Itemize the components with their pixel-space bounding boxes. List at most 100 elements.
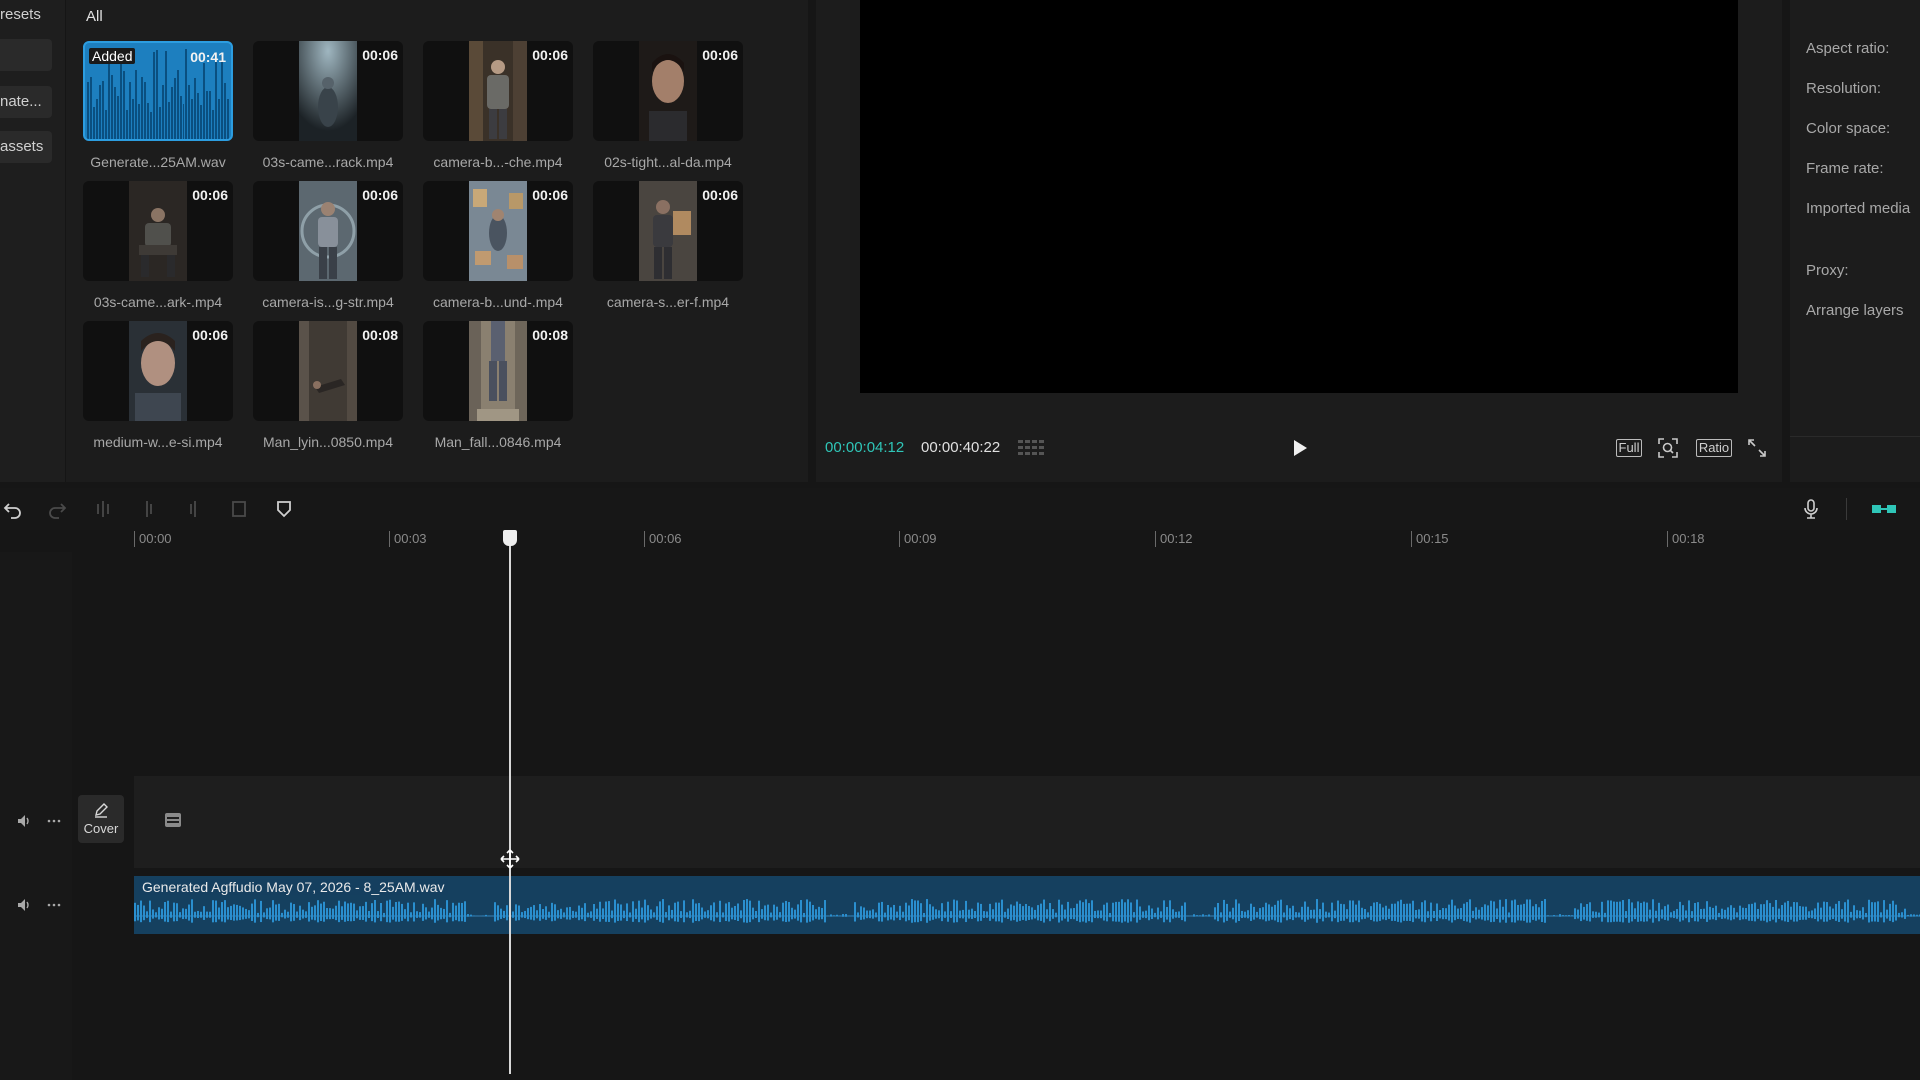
waveform-bar	[977, 902, 979, 922]
waveform-bar	[176, 69, 179, 139]
video-track-more-button[interactable]	[45, 812, 63, 830]
waveform-bar	[1463, 903, 1465, 921]
shield-icon	[277, 501, 291, 518]
waveform-bar	[347, 903, 349, 922]
waveform-bar	[623, 910, 625, 919]
audio-track-more-button[interactable]	[45, 896, 63, 914]
waveform-bar	[1694, 902, 1696, 922]
audio-track-mute-button[interactable]	[15, 896, 33, 914]
assets-item[interactable]: assets	[0, 131, 52, 163]
waveform-bar	[287, 911, 289, 918]
media-name: Generate...25AM.wav	[90, 154, 226, 170]
media-item[interactable]: 00:06 camera-is...g-str.mp4	[253, 181, 403, 317]
timeline-toolbar	[0, 488, 1920, 530]
media-item[interactable]: 00:06 camera-s...er-f.mp4	[593, 181, 743, 317]
media-item[interactable]: 00:08 Man_fall...0846.mp4	[423, 321, 573, 457]
waveform-bar	[785, 900, 787, 923]
fullscreen-button[interactable]	[1746, 437, 1768, 459]
presets-item[interactable]: resets	[0, 6, 41, 23]
media-item[interactable]: Added 00:41 Generate...25AM.wav	[83, 41, 233, 177]
undo-button[interactable]	[2, 498, 24, 520]
waveform-bar	[1844, 902, 1846, 922]
waveform-bar	[512, 911, 514, 918]
waveform-bar	[986, 911, 988, 918]
media-name: 03s-came...rack.mp4	[262, 154, 394, 170]
waveform-bar	[698, 903, 700, 922]
waveform-bar	[650, 909, 652, 919]
speaker-icon	[18, 899, 29, 911]
waveform-bar	[839, 915, 841, 917]
waveform-bar	[1346, 909, 1348, 919]
waveform-bar	[1760, 904, 1762, 921]
waveform-bar	[290, 902, 292, 922]
ruler-tick: 00:03	[389, 531, 427, 547]
media-item[interactable]: 00:06 camera-b...und-.mp4	[423, 181, 573, 317]
record-voice-button[interactable]	[1800, 498, 1822, 520]
waveform-bar	[1847, 899, 1849, 923]
ratio-button[interactable]: Ratio	[1694, 437, 1734, 459]
waveform-bar	[152, 909, 154, 919]
panel-block[interactable]	[0, 39, 52, 71]
playhead[interactable]	[509, 534, 511, 1074]
waveform-bar	[1016, 901, 1018, 922]
split-left-button[interactable]	[138, 498, 160, 520]
filter-all-tab[interactable]: All	[86, 8, 103, 25]
delete-button[interactable]	[228, 498, 250, 520]
waveform-bar	[1454, 905, 1456, 921]
zoom-fit-button[interactable]	[1657, 437, 1679, 459]
waveform-bar	[767, 904, 769, 921]
playhead-handle[interactable]	[503, 530, 517, 546]
waveform-bar	[365, 901, 367, 922]
media-item[interactable]: 00:08 Man_lyin...0850.mp4	[253, 321, 403, 457]
waveform-bar	[1658, 902, 1660, 922]
waveform-bar	[776, 906, 778, 920]
waveform-bar	[668, 905, 670, 921]
video-preview[interactable]	[860, 0, 1738, 393]
waveform-bar	[644, 899, 646, 923]
marker-button[interactable]	[273, 498, 295, 520]
video-track-mute-button[interactable]	[15, 812, 33, 830]
grid-view-icon[interactable]	[1017, 438, 1045, 458]
generate-item[interactable]: nate...	[0, 86, 52, 118]
main-video-track[interactable]	[134, 776, 1920, 868]
waveform-bar	[1328, 912, 1330, 918]
waveform-bar	[689, 910, 691, 919]
play-button[interactable]	[1288, 437, 1310, 459]
waveform-bar	[404, 909, 406, 919]
media-item[interactable]: 00:06 03s-came...rack.mp4	[253, 41, 403, 177]
redo-icon	[49, 503, 67, 519]
split-right-button[interactable]	[182, 498, 204, 520]
redo-button[interactable]	[46, 498, 68, 520]
waveform-bar	[1028, 906, 1030, 920]
video-thumbnail: 00:06	[83, 181, 233, 281]
waveform-bar	[1901, 912, 1903, 918]
timeline-ruler[interactable]: 00:00 00:03 00:06 00:09 00:12 00:15 00:1…	[0, 530, 1920, 552]
duration-label: 00:06	[362, 187, 398, 203]
waveform-bar	[134, 69, 137, 139]
cover-button[interactable]: Cover	[78, 795, 124, 843]
media-name: camera-s...er-f.mp4	[606, 294, 730, 310]
waveform-bar	[1298, 912, 1300, 918]
media-item[interactable]: 00:06 03s-came...ark-.mp4	[83, 181, 233, 317]
ruler-tick: 00:12	[1155, 531, 1193, 547]
waveform-bar	[1763, 904, 1765, 921]
media-item[interactable]: 00:06 02s-tight...al-da.mp4	[593, 41, 743, 177]
link-toggle-button[interactable]	[1870, 498, 1898, 520]
waveform-bar	[1343, 904, 1345, 921]
split-button[interactable]	[92, 498, 114, 520]
thumbnail-image	[129, 181, 187, 281]
waveform-bar	[1685, 910, 1687, 919]
media-item[interactable]: 00:06 camera-b...-che.mp4	[423, 41, 573, 177]
waveform-bar	[317, 900, 319, 923]
media-item[interactable]: 00:06 medium-w...e-si.mp4	[83, 321, 233, 457]
waveform-bar	[590, 911, 592, 918]
waveform-bar	[1064, 909, 1066, 919]
waveform-bar	[1745, 908, 1747, 920]
waveform-bar	[1133, 912, 1135, 918]
waveform-bar	[842, 914, 844, 917]
waveform-bar	[143, 905, 145, 921]
waveform-bar	[1817, 902, 1819, 922]
waveform-bar	[560, 908, 562, 919]
full-quality-button[interactable]: Full	[1614, 437, 1644, 459]
audio-clip[interactable]: Generated Agffudio May 07, 2026 - 8_25AM…	[134, 876, 1920, 934]
